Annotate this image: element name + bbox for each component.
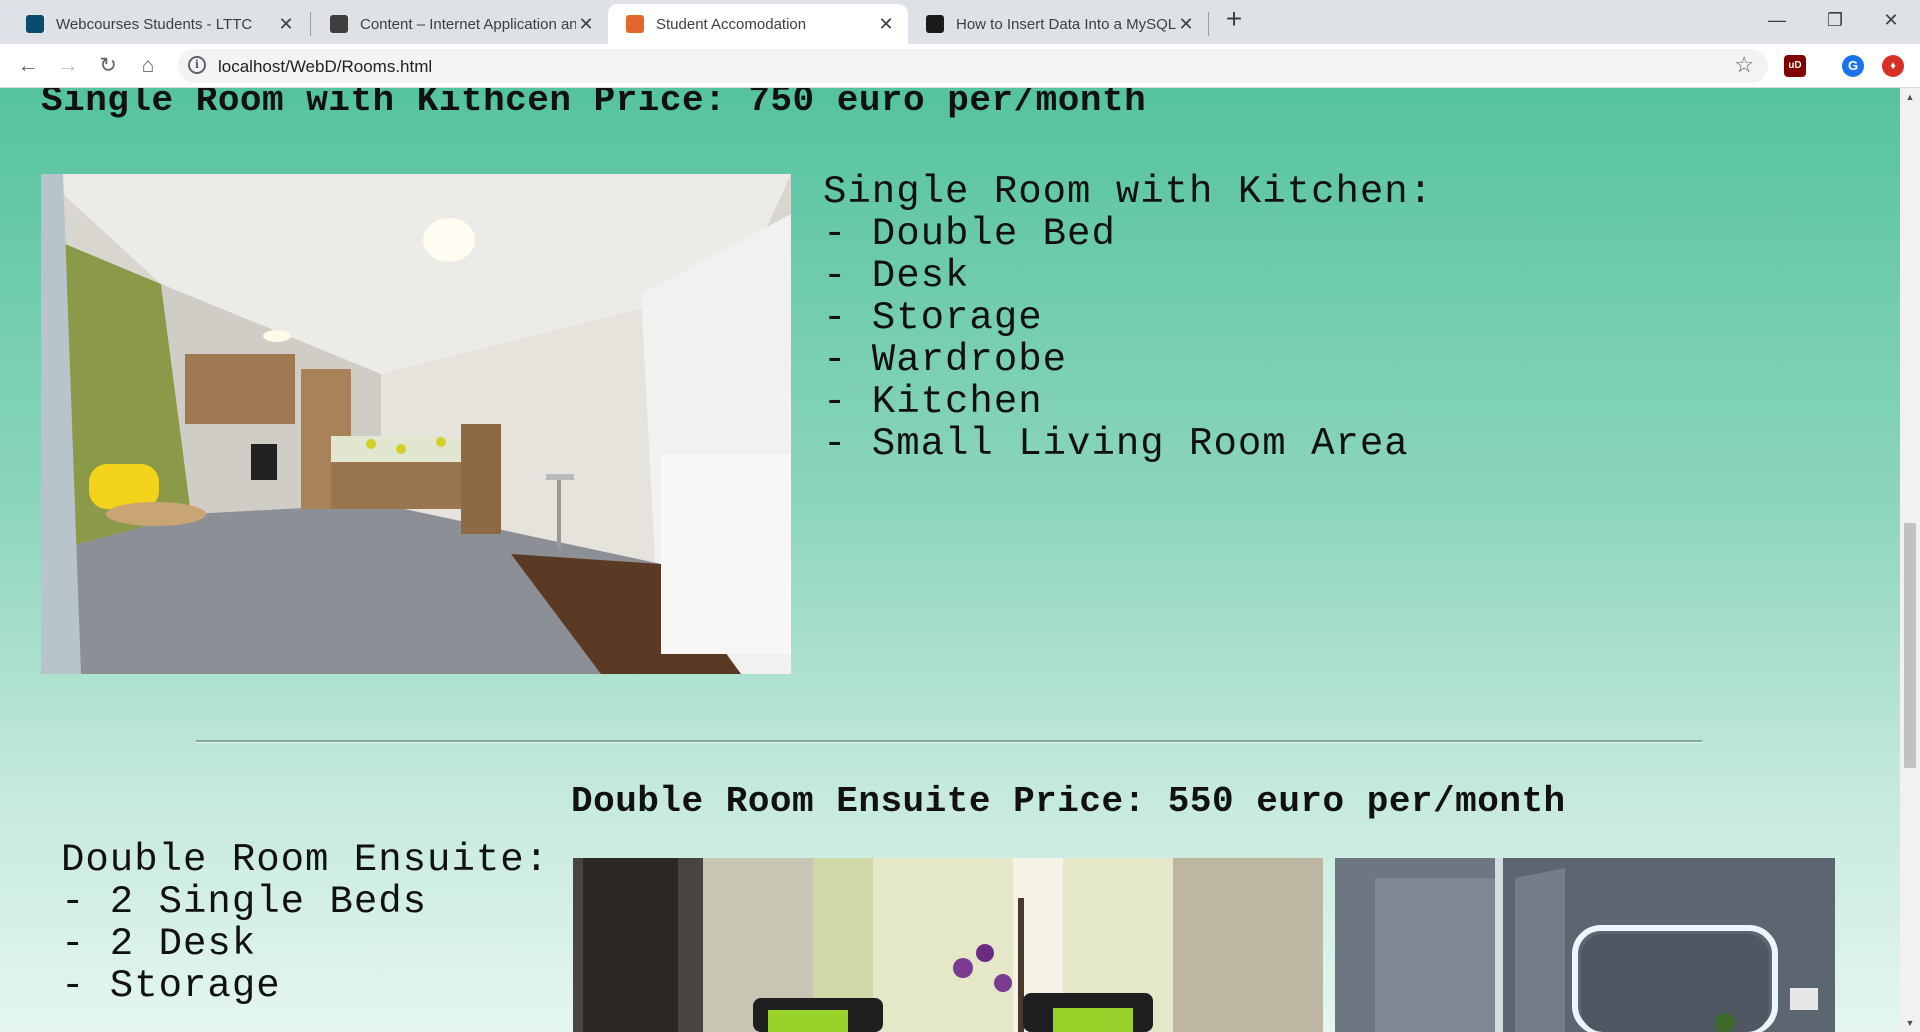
bathroom-photo: [1335, 858, 1835, 1032]
bookmark-star-icon[interactable]: ☆: [1734, 52, 1754, 78]
tab-student-accomodation[interactable]: Student Accomodation ✕: [608, 4, 908, 44]
feature-item: - Storage: [61, 964, 281, 1008]
features-title: Single Room with Kitchen:: [823, 170, 1434, 214]
scroll-down-arrow-icon[interactable]: ▼: [1900, 1014, 1920, 1032]
section-divider: [196, 740, 1702, 743]
new-tab-plus-icon[interactable]: +: [1220, 5, 1248, 34]
double-room-features: Double Room Ensuite: - 2 Single Beds - 2…: [61, 839, 549, 1007]
tab-title: Webcourses Students - LTTC: [56, 15, 253, 33]
feature-item: - Storage: [823, 296, 1043, 340]
xampp-favicon-icon: [626, 15, 644, 33]
webcourses-favicon-icon: [26, 15, 44, 33]
close-icon[interactable]: ✕: [576, 14, 596, 35]
feature-item: - Small Living Room Area: [823, 422, 1409, 466]
restore-icon[interactable]: ❐: [1806, 0, 1864, 40]
reload-icon[interactable]: ↻: [94, 52, 122, 80]
forward-arrow-icon[interactable]: →: [54, 52, 82, 80]
address-bar[interactable]: i localhost/WebD/Rooms.html ☆: [178, 49, 1768, 83]
features-title: Double Room Ensuite:: [61, 838, 550, 882]
feature-item: - Wardrobe: [823, 338, 1068, 382]
tab-title: Student Accomodation: [656, 15, 807, 33]
close-window-icon[interactable]: ✕: [1862, 0, 1920, 40]
tab-separator: [310, 12, 311, 36]
single-room-heading: Single Room with Kithcen Price: 750 euro…: [41, 88, 1147, 121]
feature-item: - Double Bed: [823, 212, 1116, 256]
scroll-up-arrow-icon[interactable]: ▲: [1900, 88, 1920, 106]
page-content: Single Room with Kithcen Price: 750 euro…: [0, 88, 1900, 1032]
minimize-icon[interactable]: —: [1748, 0, 1806, 40]
url-text[interactable]: localhost/WebD/Rooms.html: [218, 57, 432, 77]
feature-item: - Kitchen: [823, 380, 1043, 424]
close-icon[interactable]: ✕: [276, 14, 296, 35]
site-info-icon[interactable]: i: [188, 56, 206, 74]
tab-content[interactable]: Content – Internet Application and ✕: [312, 4, 608, 44]
blackboard-favicon-icon: [330, 15, 348, 33]
feature-item: - Desk: [823, 254, 970, 298]
tab-title: Content – Internet Application and: [360, 15, 576, 33]
extension-red-icon[interactable]: ♦: [1882, 55, 1904, 77]
feature-item: - 2 Desk: [61, 922, 257, 966]
feature-item: - 2 Single Beds: [61, 880, 428, 924]
close-icon[interactable]: ✕: [1176, 14, 1196, 35]
double-room-heading: Double Room Ensuite Price: 550 euro per/…: [571, 781, 1566, 822]
profile-avatar[interactable]: G: [1842, 55, 1864, 77]
close-icon[interactable]: ✕: [876, 14, 896, 35]
tab-separator: [1208, 12, 1209, 36]
page-scrollbar[interactable]: ▲ ▼: [1900, 88, 1920, 1032]
ublock-icon[interactable]: uD: [1784, 55, 1806, 77]
scrollbar-thumb[interactable]: [1904, 523, 1916, 768]
double-room-photo: [573, 858, 1323, 1032]
tab-title: How to Insert Data Into a MySQL: [956, 15, 1176, 33]
tab-mysql[interactable]: How to Insert Data Into a MySQL ✕: [908, 4, 1208, 44]
lifewire-favicon-icon: [926, 15, 944, 33]
single-room-photo: [41, 174, 791, 674]
tab-strip: Webcourses Students - LTTC ✕ Content – I…: [0, 0, 1920, 44]
home-icon[interactable]: ⌂: [134, 52, 162, 80]
browser-toolbar: ← → ↻ ⌂ i localhost/WebD/Rooms.html ☆ uD…: [0, 44, 1920, 88]
single-room-features: Single Room with Kitchen: - Double Bed -…: [823, 171, 1433, 465]
back-arrow-icon[interactable]: ←: [14, 52, 42, 80]
tab-webcourses[interactable]: Webcourses Students - LTTC ✕: [8, 4, 308, 44]
